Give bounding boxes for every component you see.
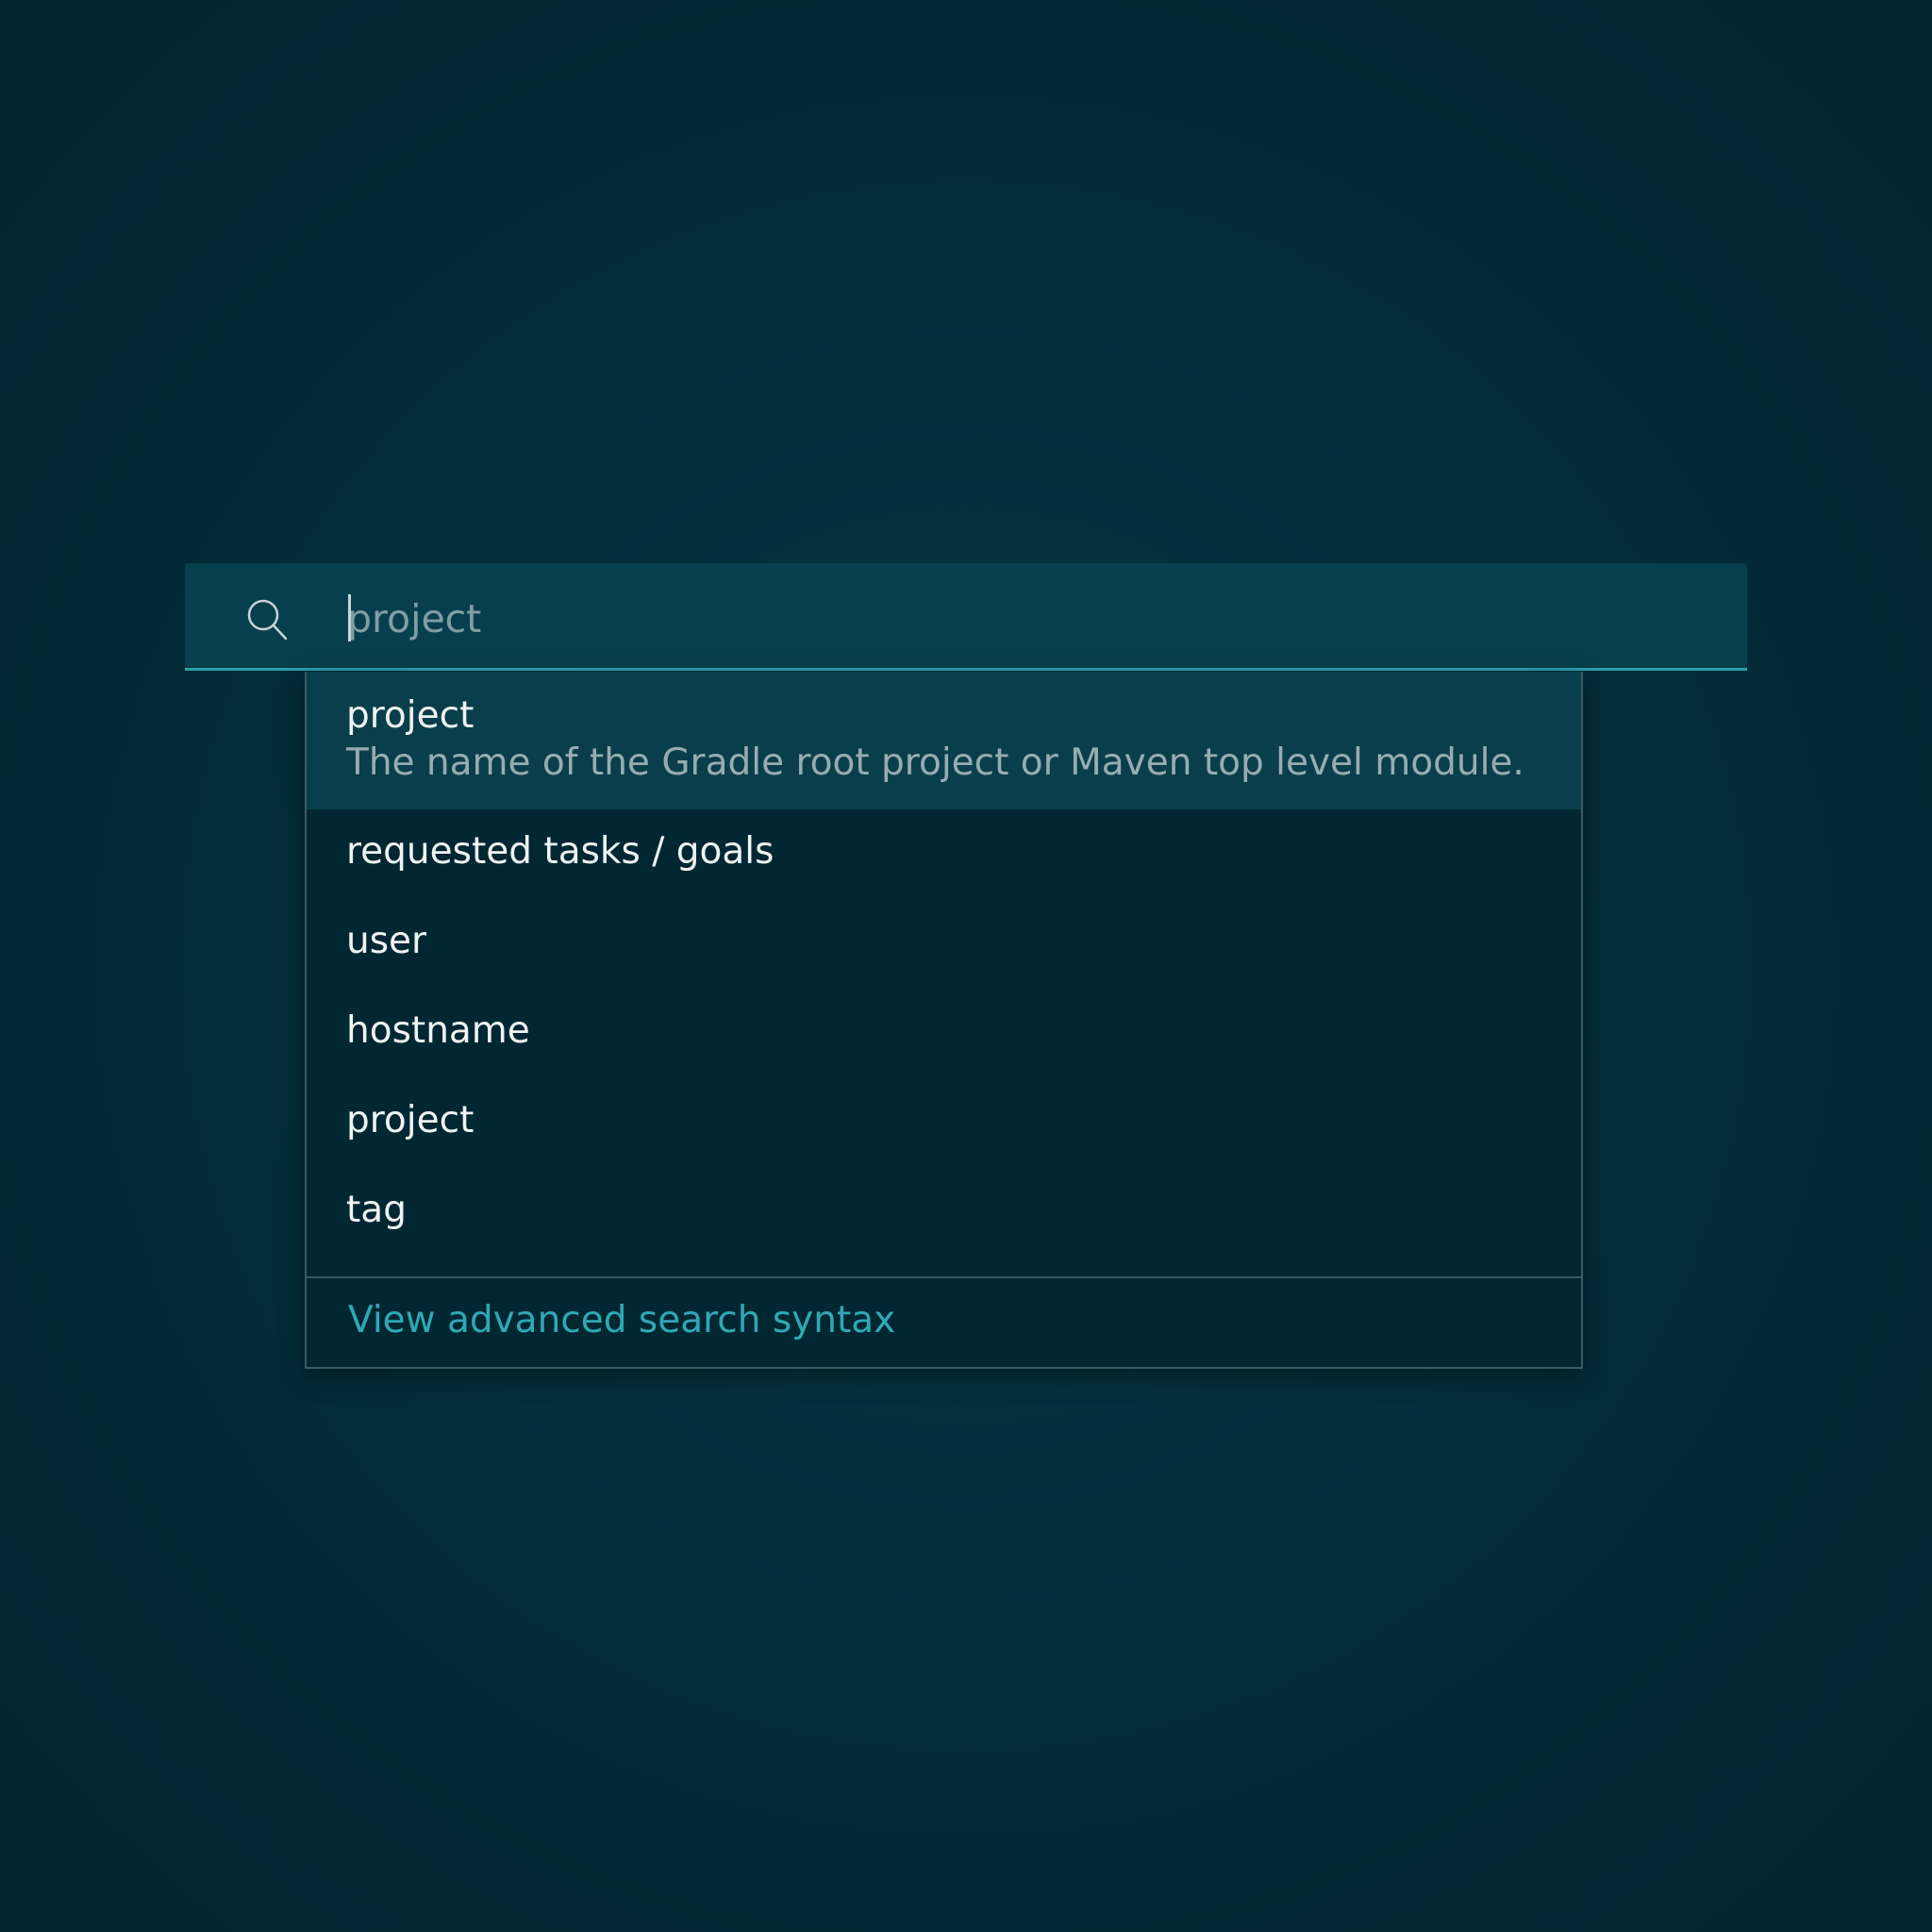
suggestion-item[interactable]: user — [307, 899, 1581, 988]
suggestion-label: hostname — [346, 1009, 530, 1052]
text-caret — [348, 594, 351, 641]
suggestion-label: project — [346, 1099, 475, 1141]
suggestion-title: project — [346, 694, 475, 737]
suggestion-description: The name of the Gradle root project or M… — [346, 741, 1524, 784]
suggestion-label: requested tasks / goals — [346, 830, 774, 873]
suggestion-item-highlighted[interactable]: project The name of the Gradle root proj… — [307, 672, 1581, 809]
suggestion-item[interactable]: requested tasks / goals — [307, 809, 1581, 898]
suggestion-item[interactable]: hostname — [307, 989, 1581, 1077]
search-icon — [243, 595, 291, 642]
search-input[interactable] — [347, 583, 1668, 655]
page-background: project The name of the Gradle root proj… — [0, 0, 1932, 1932]
suggestions-dropdown: project The name of the Gradle root proj… — [305, 672, 1583, 1369]
advanced-search-syntax-link[interactable]: View advanced search syntax — [348, 1299, 895, 1341]
suggestion-label: user — [346, 920, 427, 962]
suggestion-item[interactable]: project — [307, 1078, 1581, 1167]
suggestion-label: tag — [346, 1189, 407, 1231]
suggestion-item[interactable]: tag — [307, 1168, 1581, 1257]
dropdown-divider — [307, 1276, 1581, 1278]
